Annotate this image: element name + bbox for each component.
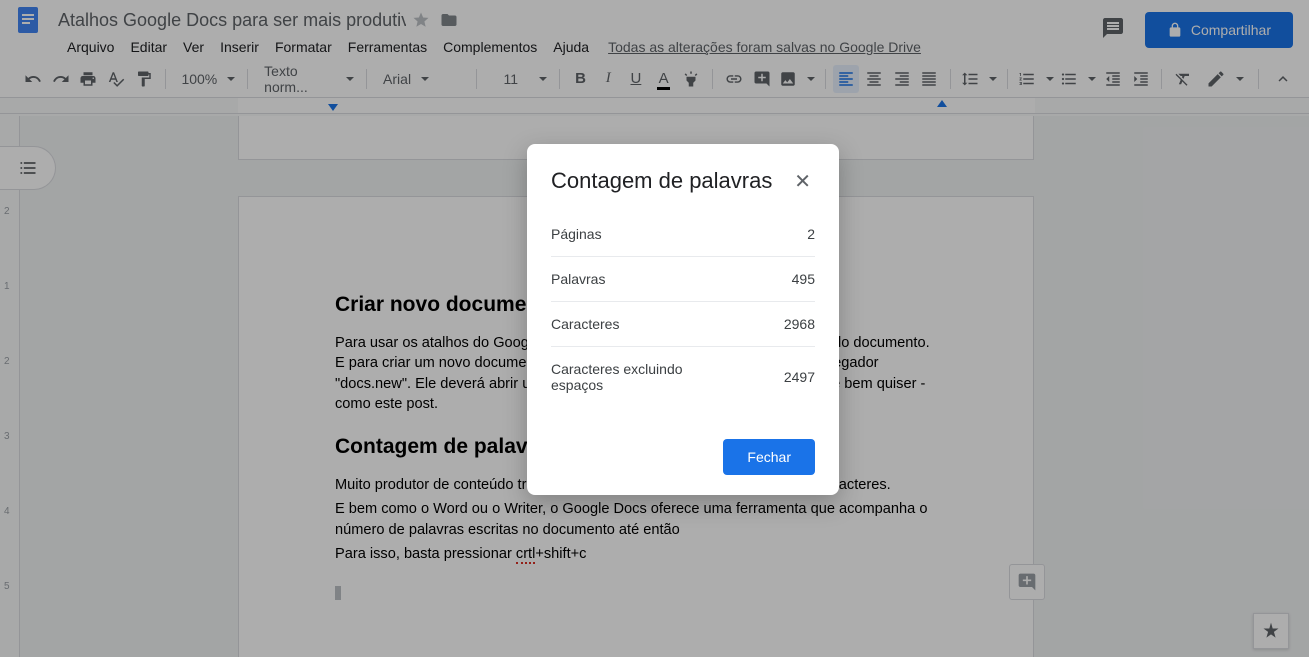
row-chars: Caracteres 2968 [551,302,815,347]
word-count-dialog: Contagem de palavras ✕ Páginas 2 Palavra… [527,144,839,495]
close-button[interactable]: Fechar [723,439,815,475]
row-words: Palavras 495 [551,257,815,302]
row-chars-no-space: Caracteres excluindo espaços 2497 [551,347,815,407]
row-pages: Páginas 2 [551,212,815,257]
dialog-title: Contagem de palavras [551,168,772,194]
close-icon[interactable]: ✕ [790,169,815,194]
